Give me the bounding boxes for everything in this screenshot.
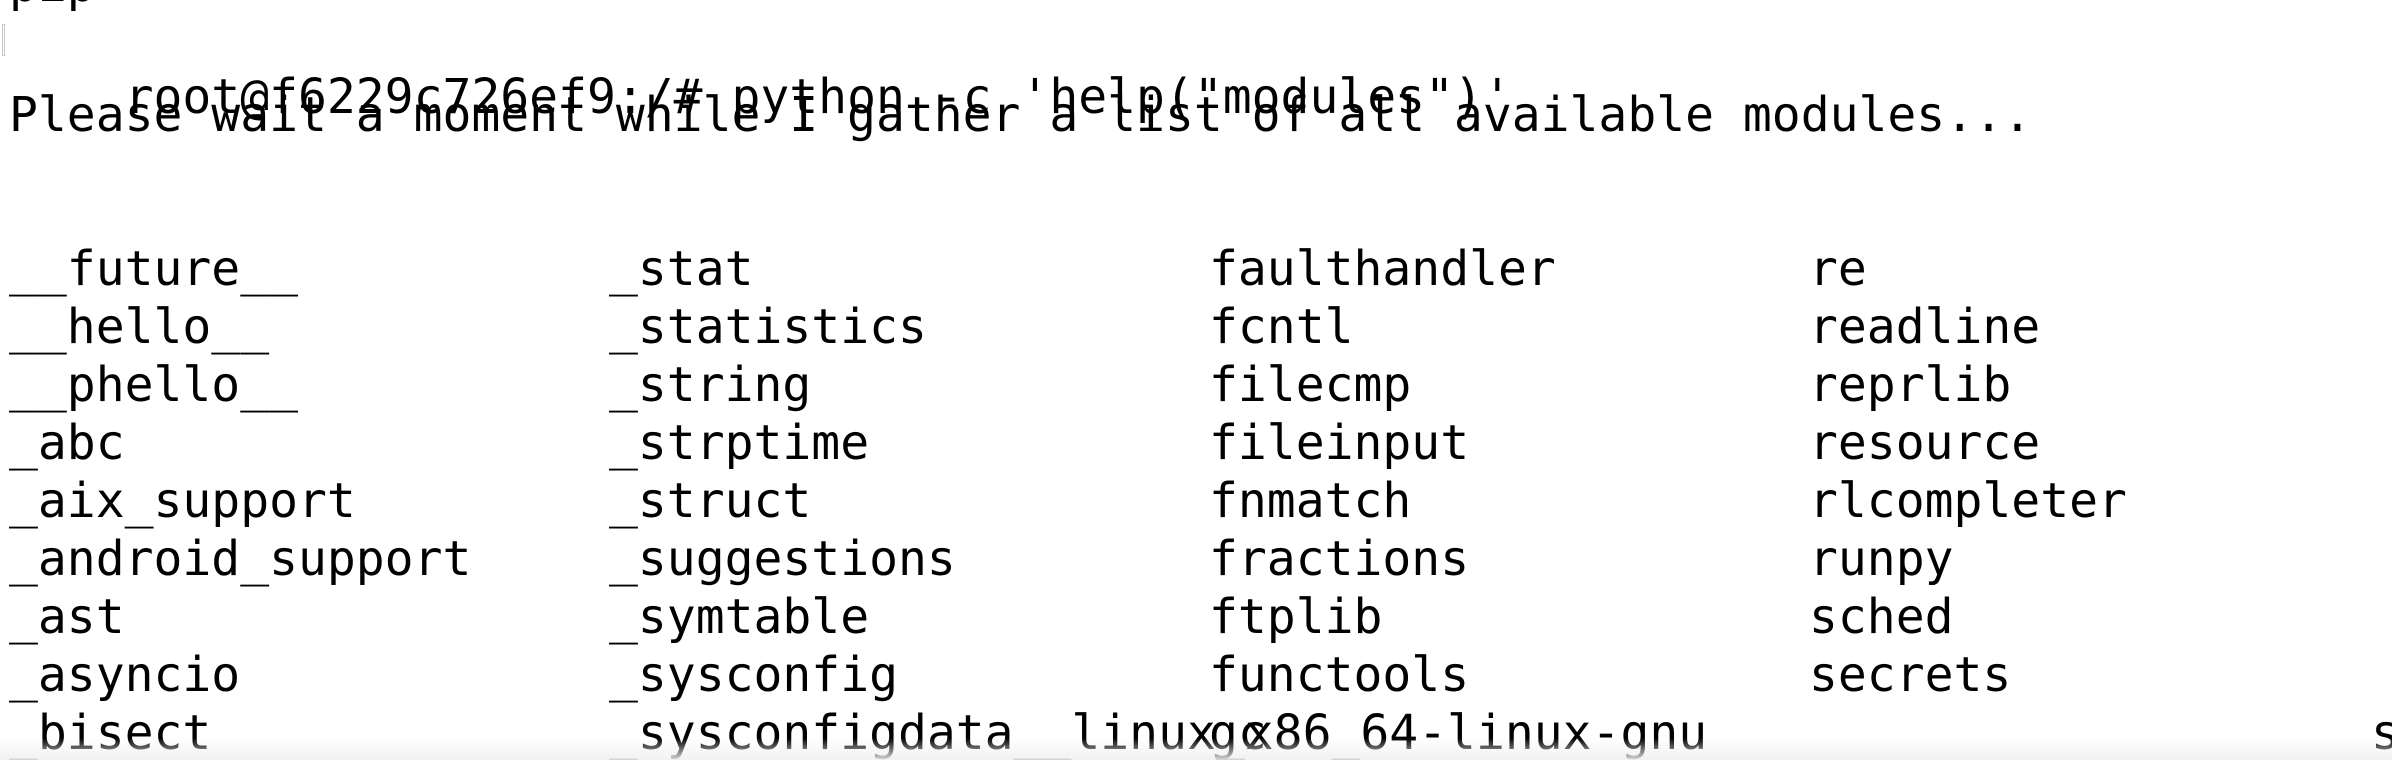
text-cursor-marker (2, 24, 5, 56)
module-name: _struct (609, 473, 812, 529)
module-name: _suggestions (609, 531, 956, 587)
module-name: _sysconfigdata__linux_x86_64-linux-gnu (609, 705, 1708, 760)
module-name: runpy (1809, 531, 1954, 587)
module-name: gc (1209, 705, 1267, 760)
module-name: re (1809, 241, 1867, 297)
module-name: __phello__ (9, 357, 298, 413)
module-name: __hello__ (9, 299, 270, 355)
module-name: rlcompleter (1809, 473, 2127, 529)
module-name: readline (1809, 299, 2041, 355)
module-name: _asyncio (9, 647, 241, 703)
module-name: s (2371, 705, 2392, 760)
module-name: _abc (9, 415, 125, 471)
module-name: fcntl (1209, 299, 1354, 355)
module-name: _android_support (9, 531, 472, 587)
module-row: __hello__ _statistics fcntl readline (9, 298, 2392, 356)
module-row: __future__ _stat faulthandler re (9, 240, 2392, 298)
module-name: __future__ (9, 241, 298, 297)
module-name: _string (609, 357, 812, 413)
module-name: secrets (1809, 647, 2012, 703)
command-line: root@f6229c726ef9:/# python -c 'help("mo… (9, 10, 1512, 125)
module-list: __future__ _stat faulthandler re __hello__ _s… (9, 240, 2392, 760)
module-name: _strptime (609, 415, 870, 471)
module-name: ftplib (1209, 589, 1383, 645)
module-row: _aix_support _struct fnmatch rlcompleter (9, 472, 2392, 530)
module-name: reprlib (1809, 357, 2012, 413)
module-name: _symtable (609, 589, 870, 645)
module-name: fileinput (1209, 415, 1470, 471)
module-name: _bisect (9, 705, 212, 760)
module-row: _abc _strptime fileinput resource (9, 414, 2392, 472)
module-name: _sysconfig (609, 647, 898, 703)
module-name: _ast (9, 589, 125, 645)
module-name: _aix_support (9, 473, 356, 529)
module-row: _android_support _suggestions fractions run… (9, 530, 2392, 588)
module-row: __phello__ _string filecmp reprlib (9, 356, 2392, 414)
module-name: faulthandler (1209, 241, 1556, 297)
module-name: sched (1809, 589, 1954, 645)
terminal-window[interactable]: pip root@f6229c726ef9:/# python -c 'help… (0, 0, 2392, 760)
module-row: _asyncio _sysconfig functools secrets (9, 646, 2392, 704)
module-name: _stat (609, 241, 754, 297)
wait-message: Please wait a moment while I gather a li… (9, 87, 2032, 143)
module-name: filecmp (1209, 357, 1412, 413)
module-name: fractions (1209, 531, 1470, 587)
module-row: _bisect _sysconfigdata__linux_x86_64-linu… (9, 704, 2392, 760)
module-name: resource (1809, 415, 2041, 471)
module-name: functools (1209, 647, 1470, 703)
module-name: fnmatch (1209, 473, 1412, 529)
module-row: _ast _symtable ftplib sched (9, 588, 2392, 646)
module-name: _statistics (609, 299, 927, 355)
